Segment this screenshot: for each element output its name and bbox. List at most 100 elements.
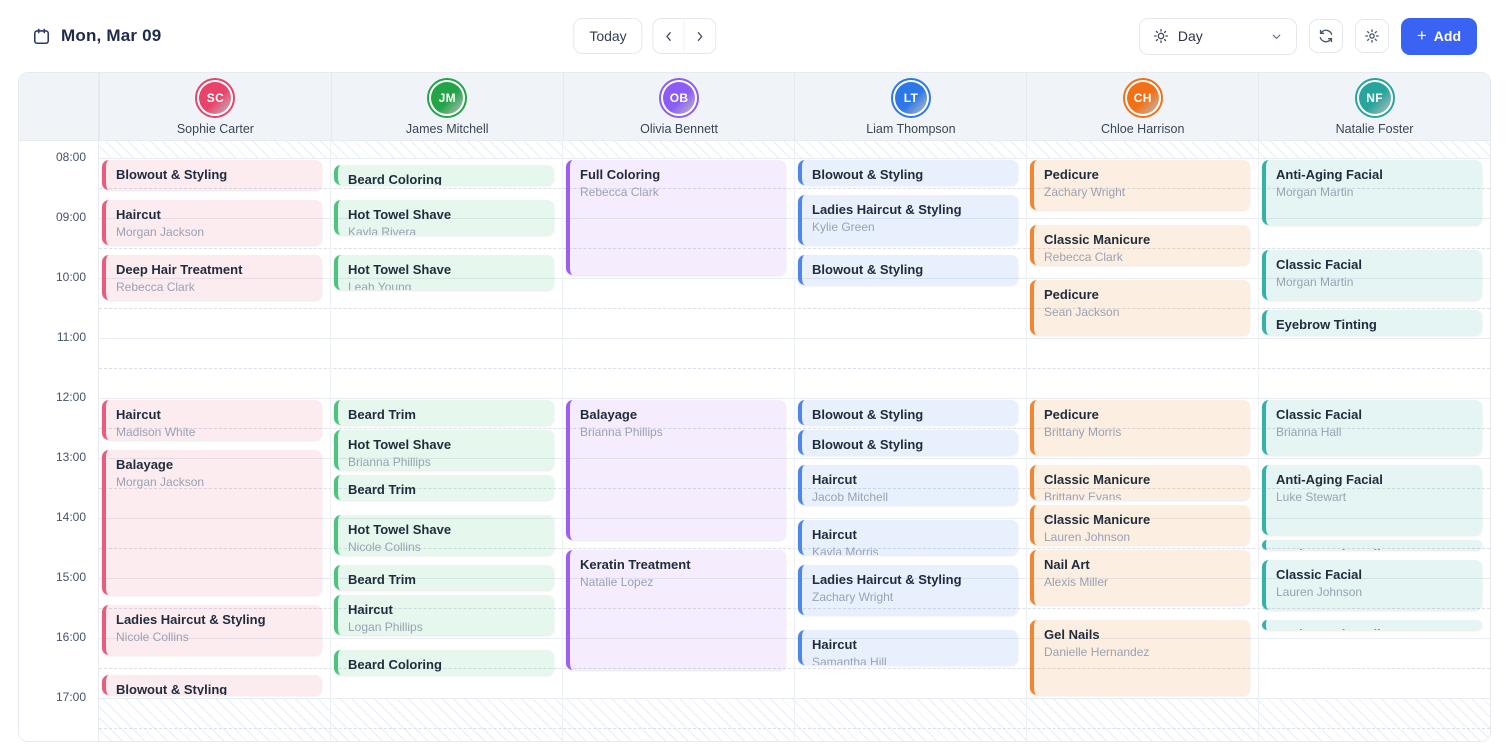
event-card[interactable]: Classic FacialMorgan Martin: [1262, 250, 1482, 300]
event-title: Hot Towel Shave: [348, 437, 544, 452]
time-label: 12:00: [56, 390, 86, 404]
event-card[interactable]: Blowout & Styling: [798, 430, 1018, 455]
next-day-button[interactable]: [685, 19, 716, 53]
page-title: Mon, Mar 09: [61, 26, 161, 46]
event-client: Kayla Morris: [812, 545, 1008, 555]
event-card[interactable]: Classic ManicureRebecca Clark: [1030, 225, 1250, 265]
event-card[interactable]: PedicureZachary Wright: [1030, 160, 1250, 210]
event-card[interactable]: Beard Trim: [334, 565, 554, 590]
event-card[interactable]: Beard Trim: [334, 400, 554, 425]
day-column-chloe-harrison: PedicureZachary WrightClassic ManicureRe…: [1026, 141, 1258, 741]
time-label: 17:00: [56, 690, 86, 704]
day-column-natalie-foster: Anti-Aging FacialMorgan Martin Classic Fa…: [1258, 141, 1490, 741]
event-card[interactable]: PedicureBrittany Morris: [1030, 400, 1250, 455]
event-card[interactable]: Haircut Jacob Mitchell: [798, 465, 1018, 505]
time-label: 11:00: [57, 330, 86, 344]
avatar-initials: JM: [431, 82, 463, 114]
event-card[interactable]: HaircutSamantha Hill: [798, 630, 1018, 665]
event-card[interactable]: Classic ManicureLauren Johnson: [1030, 505, 1250, 545]
event-title: Blowout & Styling: [812, 167, 1008, 182]
event-title: Classic Manicure: [1044, 472, 1240, 487]
staff-header-sophie-carter[interactable]: SCSophie Carter: [99, 73, 331, 140]
event-title: Blowout & Styling: [812, 407, 1008, 422]
event-title: Haircut: [348, 602, 544, 617]
event-client: Rebecca Clark: [116, 280, 312, 294]
event-card[interactable]: BalayageBrianna Phillips: [566, 400, 786, 540]
event-card[interactable]: Eyebrow Threading: [1262, 540, 1482, 550]
event-card[interactable]: PedicureSean Jackson: [1030, 280, 1250, 335]
chevron-left-icon: [662, 30, 675, 43]
event-card[interactable]: Beard Trim: [334, 475, 554, 500]
event-card[interactable]: HaircutMadison White: [102, 400, 322, 440]
event-title: Beard Trim: [348, 482, 544, 497]
event-card[interactable]: HaircutLogan Phillips: [334, 595, 554, 635]
event-card[interactable]: Anti-Aging FacialMorgan Martin: [1262, 160, 1482, 225]
event-card[interactable]: Eyebrow Tinting: [1262, 310, 1482, 335]
add-button[interactable]: + Add: [1401, 18, 1477, 55]
event-title: Classic Facial: [1276, 567, 1472, 582]
event-card[interactable]: Keratin TreatmentNatalie Lopez: [566, 550, 786, 670]
event-client: Morgan Martin: [1276, 185, 1472, 199]
event-card[interactable]: Full ColoringRebecca Clark: [566, 160, 786, 275]
staff-header-chloe-harrison[interactable]: CHChloe Harrison: [1026, 73, 1258, 140]
event-title: Balayage: [580, 407, 776, 422]
event-card[interactable]: Classic Manicure Brittany Evans: [1030, 465, 1250, 500]
prev-day-button[interactable]: [654, 19, 685, 53]
refresh-button[interactable]: [1309, 19, 1343, 53]
event-card[interactable]: Beard Coloring: [334, 650, 554, 675]
event-card[interactable]: Classic FacialLauren Johnson: [1262, 560, 1482, 610]
event-title: Nail Art: [1044, 557, 1240, 572]
event-title: Classic Manicure: [1044, 512, 1240, 527]
staff-header-james-mitchell[interactable]: JMJames Mitchell: [331, 73, 563, 140]
event-card[interactable]: Hot Towel ShaveLeah Young: [334, 255, 554, 290]
avatar-initials: CH: [1127, 82, 1159, 114]
event-title: Haircut: [812, 472, 1008, 487]
settings-button[interactable]: [1355, 19, 1389, 53]
calendar: SCSophie CarterJMJames MitchellOBOlivia …: [18, 72, 1491, 742]
view-mode-select[interactable]: Day: [1139, 18, 1297, 55]
event-card[interactable]: Blowout & Styling: [798, 400, 1018, 425]
staff-header-liam-thompson[interactable]: LTLiam Thompson: [794, 73, 1026, 140]
event-client: Brittany Evans: [1044, 490, 1240, 500]
time-label: 16:00: [56, 630, 86, 644]
event-card[interactable]: Ladies Haircut & StylingKylie Green: [798, 195, 1018, 245]
staff-header-olivia-bennett[interactable]: OBOlivia Bennett: [563, 73, 795, 140]
event-card[interactable]: HaircutMorgan Jackson: [102, 200, 322, 245]
staff-header-natalie-foster[interactable]: NFNatalie Foster: [1258, 73, 1490, 140]
event-card[interactable]: BalayageMorgan Jackson: [102, 450, 322, 595]
today-button[interactable]: Today: [573, 18, 642, 54]
event-card[interactable]: Deep Hair Treatment Rebecca Clark: [102, 255, 322, 300]
event-card[interactable]: Blowout & Styling: [102, 675, 322, 695]
event-client: Jacob Mitchell: [812, 490, 1008, 504]
event-client: Sean Jackson: [1044, 305, 1240, 319]
event-card[interactable]: Hot Towel ShaveKayla Rivera: [334, 200, 554, 235]
event-client: Natalie Lopez: [580, 575, 776, 589]
day-column-liam-thompson: Blowout & Styling Ladies Haircut & Stylin…: [794, 141, 1026, 741]
event-client: Zachary Wright: [812, 590, 1008, 604]
chevron-down-icon: [1270, 30, 1283, 43]
event-card[interactable]: Ladies Haircut & StylingZachary Wright: [798, 565, 1018, 615]
event-card[interactable]: Gel NailsDanielle Hernandez: [1030, 620, 1250, 695]
event-card[interactable]: HaircutKayla Morris: [798, 520, 1018, 555]
event-card[interactable]: Blowout & Styling: [798, 160, 1018, 185]
event-title: Hot Towel Shave: [348, 522, 544, 537]
time-label: 15:00: [56, 570, 86, 584]
event-card[interactable]: Nail ArtAlexis Miller: [1030, 550, 1250, 605]
event-card[interactable]: Blowout & Styling: [102, 160, 322, 190]
event-card[interactable]: Ladies Haircut & StylingNicole Collins: [102, 605, 322, 655]
time-label: 10:00: [56, 270, 86, 284]
event-client: Morgan Martin: [1276, 275, 1472, 289]
event-title: Deep Hair Treatment: [116, 262, 312, 277]
event-card[interactable]: Hot Towel ShaveBrianna Phillips: [334, 430, 554, 470]
event-card[interactable]: Hot Towel ShaveNicole Collins: [334, 515, 554, 555]
avatar: NF: [1355, 78, 1395, 118]
event-card[interactable]: Beard Coloring: [334, 165, 554, 185]
event-client: Rebecca Clark: [1044, 250, 1240, 264]
event-card[interactable]: Classic FacialBrianna Hall: [1262, 400, 1482, 455]
event-client: Morgan Jackson: [116, 475, 312, 489]
event-card[interactable]: Anti-Aging FacialLuke Stewart: [1262, 465, 1482, 535]
event-card[interactable]: Eyebrow Threading: [1262, 620, 1482, 630]
date-picker[interactable]: Mon, Mar 09: [32, 26, 161, 46]
event-title: Beard Coloring: [348, 657, 544, 672]
event-card[interactable]: Blowout & Styling: [798, 255, 1018, 285]
